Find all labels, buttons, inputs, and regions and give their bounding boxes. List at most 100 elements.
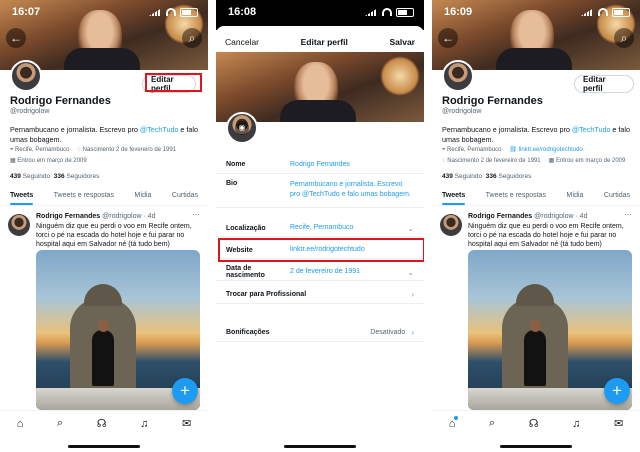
home-indicator <box>500 445 572 448</box>
signal-icon <box>149 8 162 16</box>
arrow-left-icon[interactable]: ← <box>6 28 26 48</box>
status-bar: 16:07 <box>0 0 208 24</box>
location-field[interactable]: Recife, Pernambuco <box>290 223 407 233</box>
tab-replies[interactable]: Tweets e respostas <box>54 186 114 205</box>
compose-plus-icon[interactable]: + <box>172 378 198 404</box>
highlight-box <box>145 73 202 92</box>
bio-field[interactable]: Pernambucano e jornalista. Escrevo pro @… <box>290 180 414 207</box>
bonus-row[interactable]: Bonificações Desativado › <box>216 324 424 342</box>
chevron-down-icon: ⌄ <box>407 267 414 277</box>
arrow-left-icon[interactable]: ← <box>438 28 458 48</box>
birth-field[interactable]: 2 de fevereiro de 1991 <box>290 267 407 277</box>
home-indicator <box>68 445 140 448</box>
edit-title: Editar perfil <box>300 37 348 47</box>
tweet-avatar[interactable] <box>8 214 30 236</box>
compose-plus-icon[interactable]: + <box>604 378 630 404</box>
follow-stats[interactable]: 439 Seguindo 336 Seguidores <box>10 173 99 180</box>
bottom-nav: ⌂ ⌕ ☊ ♫ ✉ <box>0 410 208 436</box>
profile-handle: @rodrigolow <box>442 108 482 115</box>
profile-meta: ⌖ Recife, Pernambuco ◌ Nascimento 2 de f… <box>10 146 205 166</box>
profile-bio: Pernambucano e jornalista. Escrevo pro @… <box>442 125 631 144</box>
tab-likes[interactable]: Curtidas <box>172 186 198 205</box>
name-row[interactable]: Nome Rodrigo Fernandes <box>216 156 424 174</box>
status-time: 16:09 <box>444 6 473 18</box>
status-bar: 16:09 <box>432 0 640 24</box>
banner-editor[interactable] <box>216 52 424 122</box>
signal-icon <box>581 8 594 16</box>
tab-media[interactable]: Mídia <box>566 186 583 205</box>
search-icon[interactable]: ⌕ <box>614 28 634 48</box>
profile-tabs: Tweets Tweets e respostas Mídia Curtidas <box>0 186 208 206</box>
calendar-icon: ▦ <box>548 158 556 164</box>
edit-header: Cancelar Editar perfil Salvar <box>216 32 424 52</box>
spaces-icon[interactable]: ☊ <box>97 417 107 430</box>
more-icon[interactable]: ··· <box>192 210 200 219</box>
tab-tweets[interactable]: Tweets <box>10 186 34 205</box>
chevron-down-icon: ⌄ <box>407 223 414 233</box>
mail-icon[interactable]: ✉ <box>182 417 191 430</box>
follow-stats[interactable]: 439 Seguindo 336 Seguidores <box>442 173 531 180</box>
tweet[interactable]: ··· Rodrigo Fernandes @rodrigolow · 4d N… <box>0 206 208 249</box>
mail-icon[interactable]: ✉ <box>614 417 623 430</box>
cancel-button[interactable]: Cancelar <box>225 37 259 47</box>
highlight-box <box>218 238 424 262</box>
search-nav-icon[interactable]: ⌕ <box>57 417 63 430</box>
profile-name: Rodrigo Fernandes <box>442 95 543 107</box>
chevron-right-icon: › <box>411 328 414 337</box>
tweet-text: Ninguém diz que eu perdi o voo em Recife… <box>36 223 192 248</box>
tweet-meta: @rodrigolow · 4d <box>534 213 588 220</box>
status-time: 16:07 <box>12 6 41 18</box>
link-icon: ⛓ <box>509 147 519 153</box>
mention-link[interactable]: @TechTudo <box>572 125 611 134</box>
location-item: ⌖ Recife, Pernambuco <box>442 147 502 153</box>
tab-likes[interactable]: Curtidas <box>604 186 630 205</box>
birth-item: ◌ Nascimento 2 de fevereiro de 1991 <box>77 147 177 153</box>
chevron-right-icon: › <box>411 290 414 299</box>
tab-tweets[interactable]: Tweets <box>442 186 466 205</box>
location-item: ⌖ Recife, Pernambuco <box>10 147 70 153</box>
save-button[interactable]: Salvar <box>389 37 415 47</box>
spaces-icon[interactable]: ☊ <box>529 417 539 430</box>
website-link[interactable]: ⛓ linktr.ee/rodrigotechtudo <box>509 146 582 155</box>
tweet-meta: @rodrigolow · 4d <box>102 213 156 220</box>
tweet-text: Ninguém diz que eu perdi o voo em Recife… <box>468 223 624 248</box>
avatar[interactable] <box>10 60 42 92</box>
mention-link[interactable]: @TechTudo <box>140 125 179 134</box>
profile-bio: Pernambucano e jornalista. Escrevo pro @… <box>10 125 199 144</box>
battery-icon <box>396 7 414 17</box>
avatar[interactable] <box>442 60 474 92</box>
bio-row[interactable]: Bio Pernambucano e jornalista. Escrevo p… <box>216 178 424 208</box>
avatar-editor[interactable]: ◉ <box>226 112 258 144</box>
birth-item: ◌ Nascimento 2 de fevereiro de 1991 <box>442 158 541 164</box>
tweet[interactable]: ··· Rodrigo Fernandes @rodrigolow · 4d N… <box>432 206 640 249</box>
profile-handle: @rodrigolow <box>10 108 50 115</box>
search-icon[interactable]: ⌕ <box>182 28 202 48</box>
battery-icon <box>612 7 630 17</box>
tweet-avatar[interactable] <box>440 214 462 236</box>
tab-replies[interactable]: Tweets e respostas <box>486 186 546 205</box>
home-indicator <box>284 445 356 448</box>
more-icon[interactable]: ··· <box>624 210 632 219</box>
joined-item: ▦ Entrou em março de 2009 <box>548 158 626 164</box>
tweet-author: Rodrigo Fernandes <box>36 213 101 220</box>
location-row[interactable]: Localização Recife, Pernambuco ⌄ <box>216 220 424 237</box>
unread-dot <box>454 415 459 420</box>
bell-icon[interactable]: ♫ <box>572 418 580 430</box>
camera-icon: ◉ <box>235 121 249 135</box>
bell-icon[interactable]: ♫ <box>140 418 148 430</box>
wifi-icon <box>598 8 608 16</box>
edit-profile-button[interactable]: Editar perfil <box>574 75 634 93</box>
search-nav-icon[interactable]: ⌕ <box>489 417 495 430</box>
edit-profile-screen: 16:08 Cancelar Editar perfil Salvar ◉ No… <box>216 0 424 452</box>
profile-screen-before: 16:07 ← ⌕ Editar perfil Rodrigo Fernande… <box>0 0 208 452</box>
switch-pro-row[interactable]: Trocar para Profissional › <box>216 286 424 304</box>
status-bar: 16:08 <box>216 0 424 24</box>
joined-item: ▦ Entrou em março de 2009 <box>10 158 87 164</box>
profile-name: Rodrigo Fernandes <box>10 95 111 107</box>
home-icon[interactable]: ⌂ <box>17 418 24 430</box>
birth-row[interactable]: Data de nascimento 2 de fevereiro de 199… <box>216 264 424 281</box>
tab-media[interactable]: Mídia <box>134 186 151 205</box>
home-icon[interactable]: ⌂ <box>449 415 459 430</box>
name-field[interactable]: Rodrigo Fernandes <box>290 160 414 170</box>
profile-screen-after: 16:09 ← ⌕ Editar perfil Rodrigo Fernande… <box>432 0 640 452</box>
